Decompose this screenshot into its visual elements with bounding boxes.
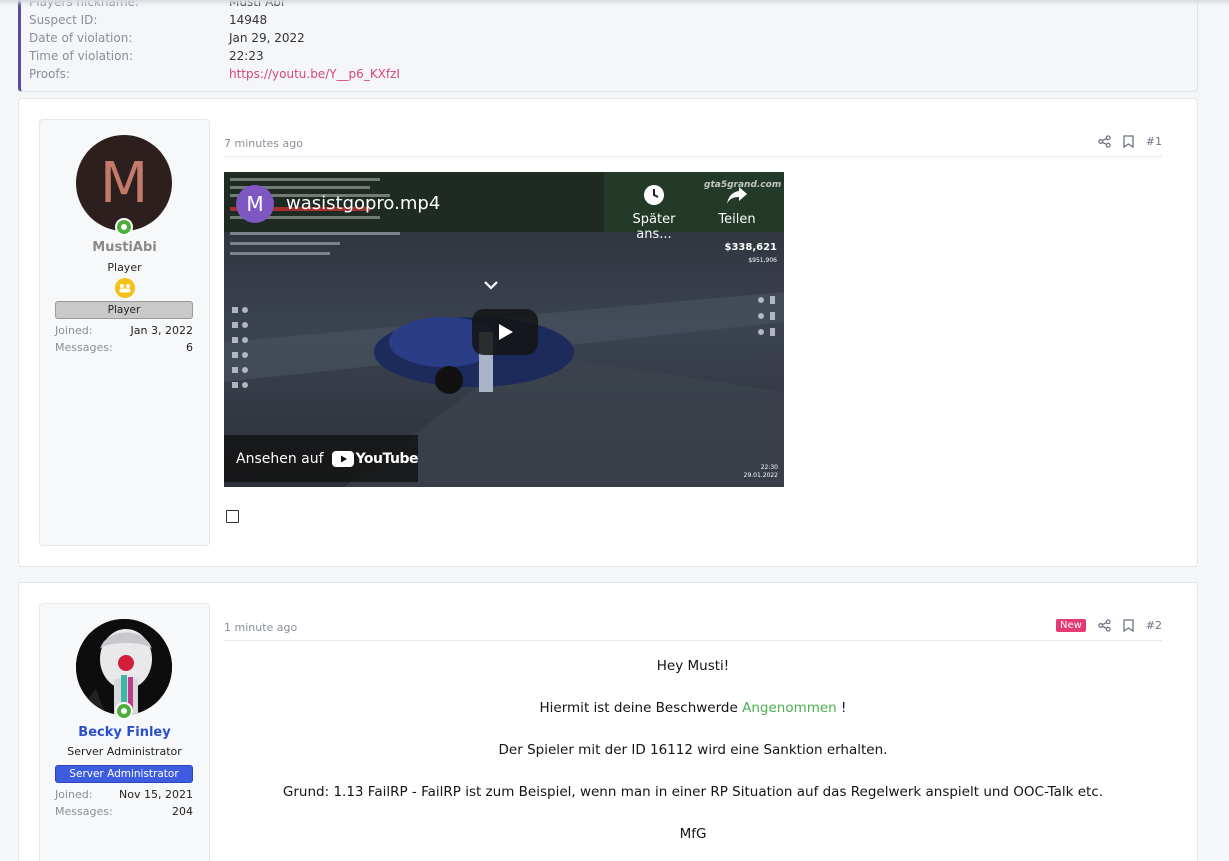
message-post-1: M MustiAbi Player Player Joined: Jan 3, … [18,98,1198,567]
stat-value[interactable]: 6 [186,341,193,354]
share-icon[interactable] [1098,619,1111,632]
watch-on-label: Ansehen auf [236,450,324,467]
youtube-wordmark: YouTube [355,450,419,467]
joined-stat: Joined: Nov 15, 2021 [55,788,193,801]
post-number[interactable]: #1 [1146,135,1162,148]
online-status-icon [115,218,133,236]
avatar-letter: M [99,150,149,216]
messages-stat: Messages: 204 [55,805,193,818]
clock-icon [644,185,664,205]
detail-label: Date of violation: [29,31,133,45]
message-post-2: Becky Finley Server Administrator Server… [18,582,1198,861]
hud-bank: $951,906 [748,257,777,264]
message-status-line: Hiermit ist deine Beschwerde Angenommen … [224,700,1162,716]
video-embed[interactable]: gta5grand.com M wasistgopro.mp4 Später a… [224,172,784,487]
avatar[interactable]: M [76,135,172,231]
username[interactable]: Becky Finley [40,725,209,740]
message-actions: New #2 [1055,619,1162,632]
avatar-image [76,619,172,715]
user-title: Player [107,261,142,274]
stat-value[interactable]: 204 [172,805,193,818]
share-icon[interactable] [1098,135,1111,148]
stat-label: Messages: [55,805,113,818]
play-button[interactable] [472,309,538,355]
message-sanction-line: Der Spieler mit der ID 16112 wird eine S… [498,742,888,758]
message-greeting: Hey Musti! [656,658,730,674]
watch-later-label: Später ans... [632,212,676,242]
stat-value: Jan 3, 2022 [130,324,193,337]
channel-avatar[interactable]: M [236,185,274,223]
video-title[interactable]: wasistgopro.mp4 [286,193,440,214]
hud-money: $338,621 [724,242,777,253]
detail-label: Time of violation: [29,49,134,63]
proof-link[interactable]: https://youtu.be/Y__p6_KXfzI [229,67,400,81]
watch-later-button[interactable]: Später ans... [614,184,694,242]
status-accepted: Angenommen [742,700,837,716]
stat-value: Nov 15, 2021 [119,788,193,801]
post-time[interactable]: 7 minutes ago [224,137,303,150]
bookmark-icon[interactable] [1123,619,1134,632]
detail-value: Jan 29, 2022 [229,31,305,45]
messages-stat: Messages: 6 [55,341,193,354]
detail-label: Proofs: [29,67,70,81]
post-number[interactable]: #2 [1146,619,1162,632]
message-reason-line: Grund: 1.13 FailRP - FailRP ist zum Beis… [282,784,1104,800]
watch-on-youtube-button[interactable]: Ansehen auf YouTube [224,435,419,482]
youtube-icon [331,450,354,467]
player-rank-icon [115,278,135,298]
hud-clock: 22:30 [760,464,778,471]
hud-datetime: 22:30 29.01.2022 [744,464,778,480]
message-signoff: MfG [679,826,707,842]
share-arrow-icon [727,187,747,204]
bookmark-icon[interactable] [1123,135,1134,148]
hud-date: 29.01.2022 [743,472,778,479]
play-icon [499,324,513,340]
select-checkbox[interactable] [226,510,239,523]
online-status-icon [115,702,133,720]
message-attribution: 1 minute ago New #2 [224,619,1162,641]
complaint-details-quote: Players nickname: Musti Abi Suspect ID: … [18,0,1198,92]
share-video-button[interactable]: Teilen [712,184,762,227]
message-actions: #1 [1098,135,1162,148]
avatar[interactable] [76,619,172,715]
user-info-cell: M MustiAbi Player Player Joined: Jan 3, … [39,119,210,546]
post-time[interactable]: 1 minute ago [224,621,297,634]
detail-value: 22:23 [229,49,264,63]
youtube-logo: YouTube [331,450,419,467]
detail-value: 14948 [229,13,268,27]
user-info-cell: Becky Finley Server Administrator Server… [39,603,210,861]
new-badge: New [1055,619,1086,632]
share-video-label: Teilen [718,212,756,227]
user-banner: Server Administrator [55,765,193,783]
message-attribution: 7 minutes ago #1 [224,135,1162,157]
user-title: Server Administrator [67,745,182,758]
user-banner: Player [55,301,193,319]
status-line-text: Hiermit ist deine Beschwerde [539,700,738,716]
stat-label: Joined: [55,324,93,337]
detail-label: Suspect ID: [29,13,98,27]
username[interactable]: MustiAbi [40,240,209,255]
stat-label: Messages: [55,341,113,354]
joined-stat: Joined: Jan 3, 2022 [55,324,193,337]
status-line-end: ! [841,700,847,716]
stat-label: Joined: [55,788,93,801]
top-shadow [0,0,1229,6]
